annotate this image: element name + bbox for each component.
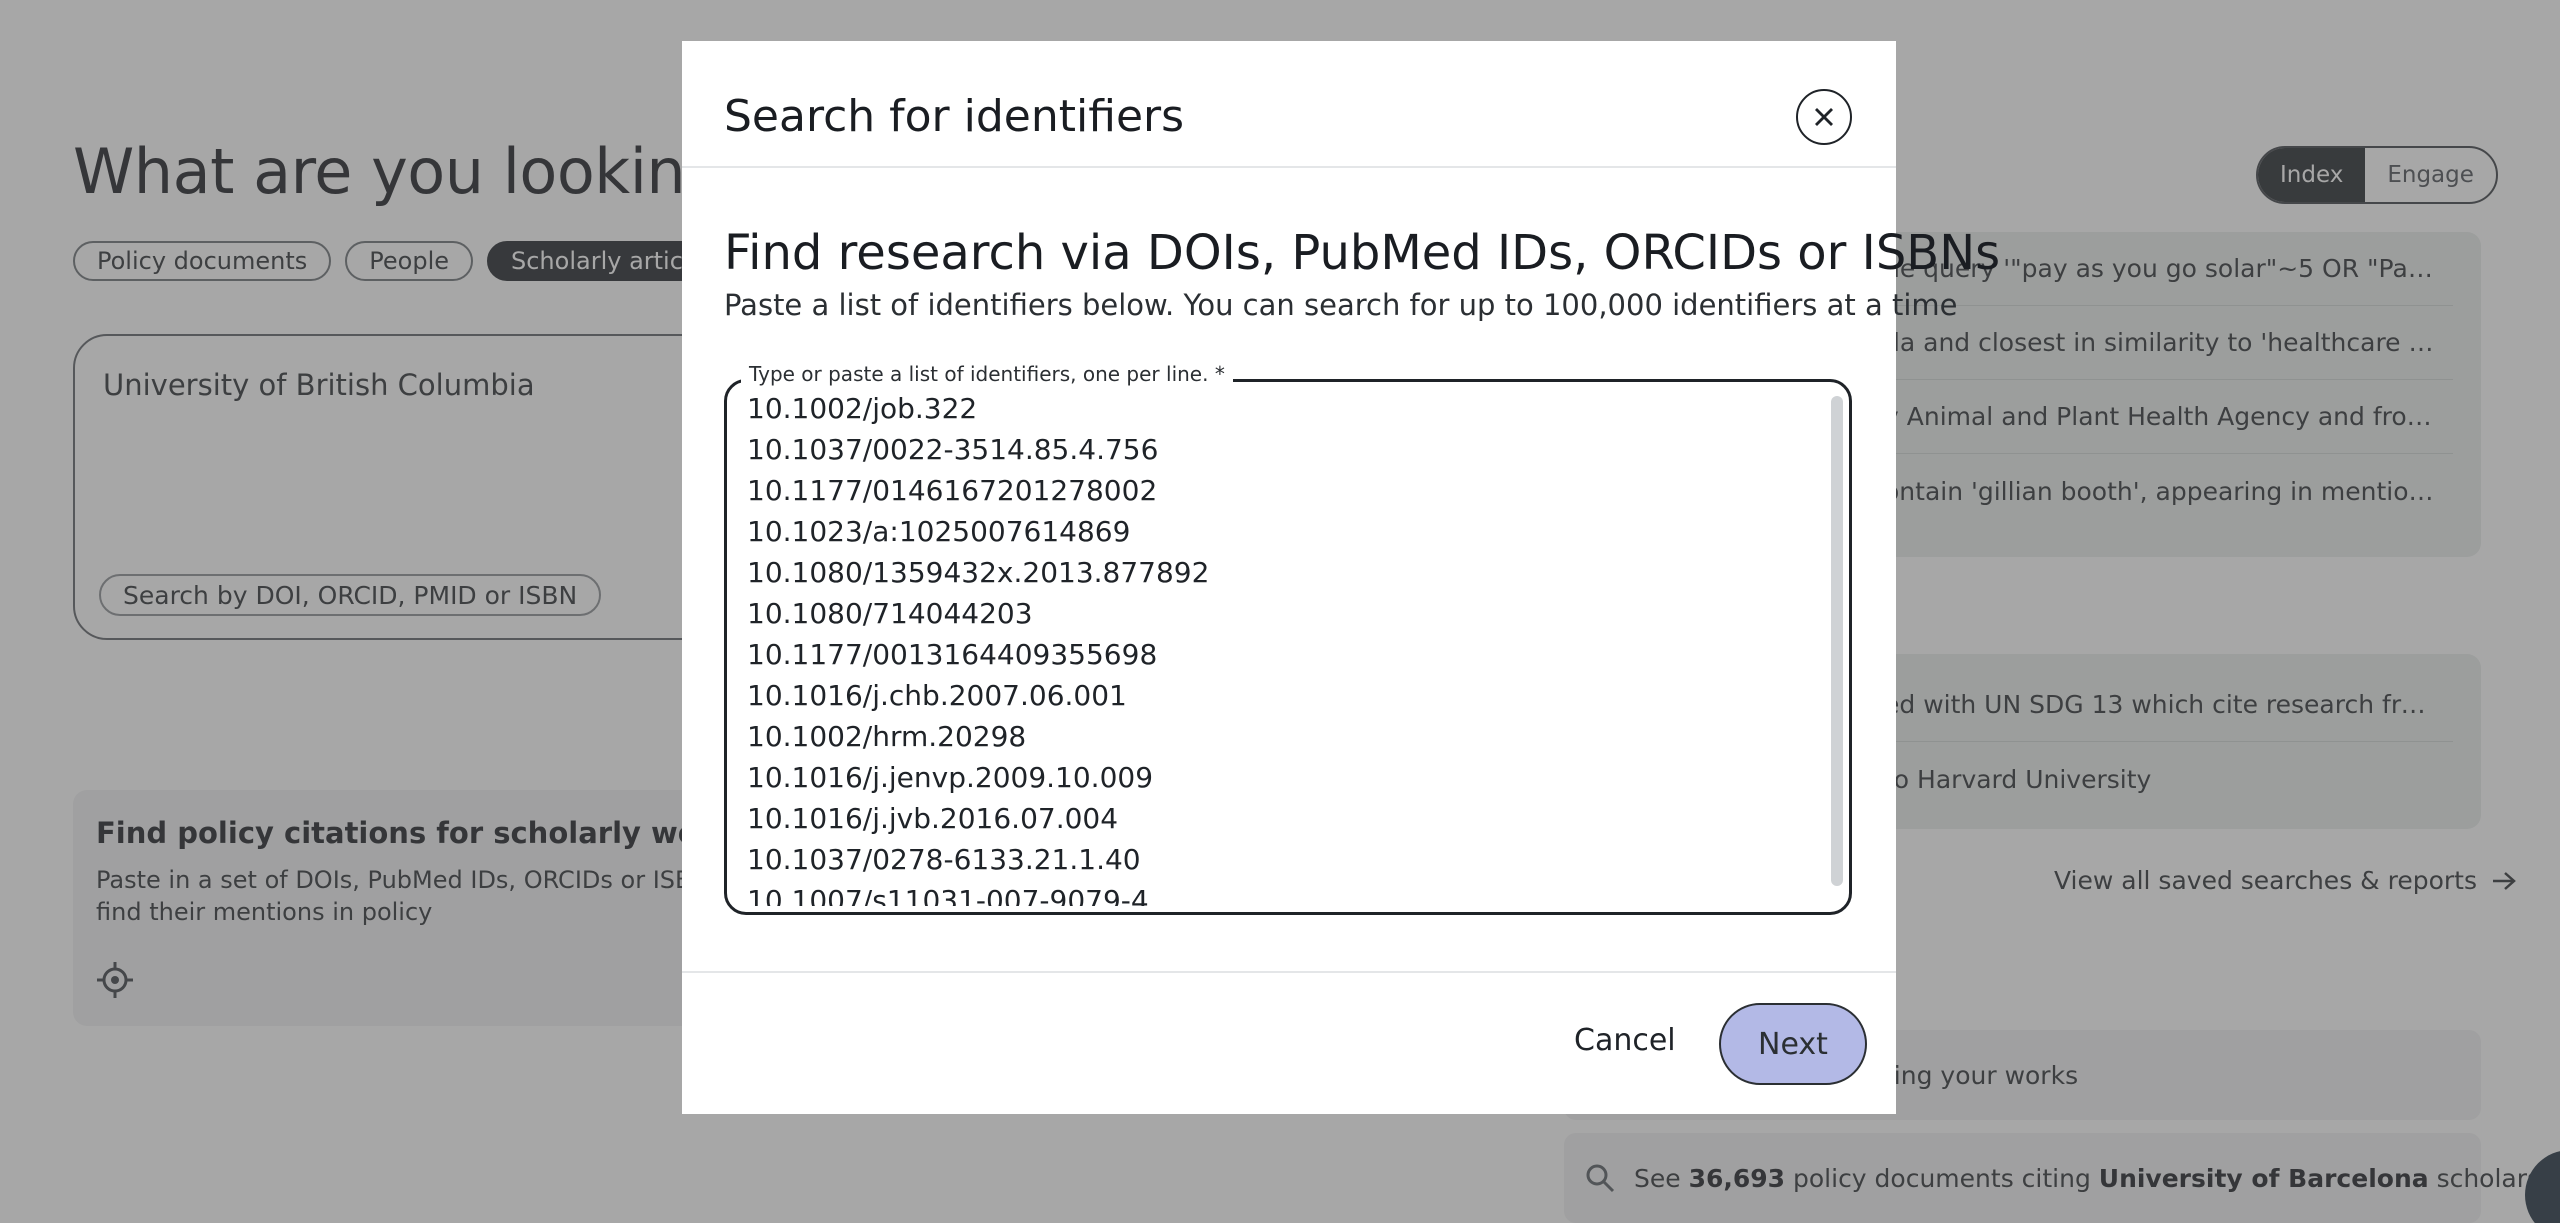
textarea-scrollbar[interactable]: [1831, 396, 1843, 886]
identifier-search-dialog: Search for identifiers Find research via…: [682, 41, 2000, 1114]
next-button[interactable]: Next: [1719, 1003, 1867, 1085]
close-button[interactable]: [1796, 89, 1852, 145]
identifier-line: 10.1080/714044203: [747, 597, 1033, 630]
close-icon: [1815, 108, 1833, 126]
identifier-line: 10.1080/1359432x.2013.877892: [747, 556, 1210, 589]
identifier-line: 10.1016/j.jvb.2016.07.004: [747, 802, 1119, 835]
dialog-heading: Find research via DOIs, PubMed IDs, ORCI…: [724, 225, 2001, 281]
identifier-line: 10.1023/a:1025007614869: [747, 515, 1131, 548]
cancel-button[interactable]: Cancel: [1574, 1023, 1676, 1058]
identifier-line: 10.1177/0146167201278002: [747, 474, 1158, 507]
identifier-line: 10.1002/hrm.20298: [747, 720, 1027, 753]
textarea-label: Type or paste a list of identifiers, one…: [741, 362, 1233, 386]
identifiers-textarea[interactable]: Type or paste a list of identifiers, one…: [724, 362, 1852, 915]
dialog-header: Search for identifiers: [682, 41, 1896, 168]
identifier-line: 10.1002/job.322: [747, 392, 978, 425]
identifier-line: 10.1016/j.jenvp.2009.10.009: [747, 761, 1154, 794]
identifiers-list[interactable]: 10.1002/job.322 10.1037/0022-3514.85.4.7…: [747, 388, 1819, 906]
identifier-line: 10.1037/0022-3514.85.4.756: [747, 433, 1159, 466]
identifier-line: 10.1177/0013164409355698: [747, 638, 1158, 671]
dialog-title: Search for identifiers: [724, 91, 1185, 142]
identifier-line: 10.1037/0278-6133.21.1.40: [747, 843, 1141, 876]
dialog-footer: Cancel Next: [682, 971, 1896, 1114]
identifier-line: 10.1016/j.chb.2007.06.001: [747, 679, 1127, 712]
dialog-subtitle: Paste a list of identifiers below. You c…: [724, 288, 1958, 322]
identifier-line: 10.1007/s11031-007-9079-4: [747, 884, 1149, 906]
